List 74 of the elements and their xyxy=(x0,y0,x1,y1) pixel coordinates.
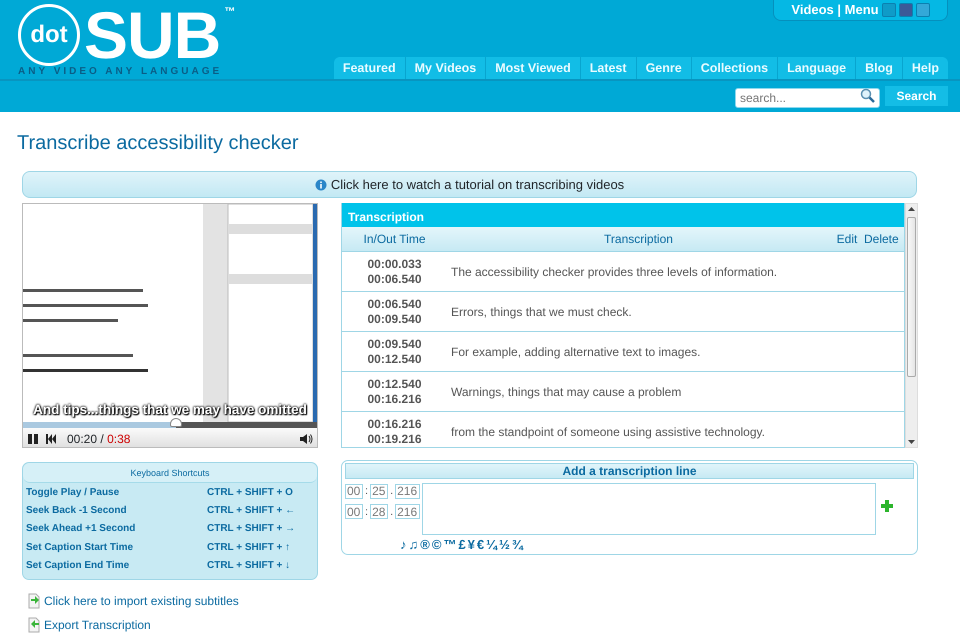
symbol-button[interactable]: ¥ xyxy=(466,535,476,554)
transcript-text: For example, adding alternative text to images. xyxy=(450,344,700,360)
symbol-button[interactable]: € xyxy=(476,535,486,554)
shortcut-action: Seek Ahead +1 Second xyxy=(26,522,136,536)
symbol-button[interactable]: £ xyxy=(457,535,467,554)
time-separator: . xyxy=(389,504,394,520)
column-header: Transcription xyxy=(603,231,674,248)
document-arrow-icon xyxy=(27,592,41,609)
symbol-button[interactable]: ♪ xyxy=(399,535,408,554)
time-in: 00:12.540 xyxy=(366,376,423,392)
time-separator: : xyxy=(364,484,370,499)
panel-title: Add a transcription line xyxy=(345,463,914,479)
logo-tagline: ANY VIDEO ANY LANGUAGE xyxy=(18,65,224,79)
symbol-button[interactable]: ® xyxy=(419,535,431,554)
time-out: 00:16.216 xyxy=(366,392,423,406)
time-out: 00:19.216 xyxy=(366,432,423,446)
volume-icon[interactable] xyxy=(299,432,313,444)
start-seconds-field[interactable]: 25 xyxy=(370,484,388,499)
skip-back-icon[interactable] xyxy=(45,432,57,444)
end-seconds-field[interactable]: 28 xyxy=(370,504,388,520)
shortcuts-title: Keyboard Shortcuts xyxy=(23,463,317,483)
elapsed-time: 00:20 xyxy=(67,432,98,446)
time-in: 00:16.216 xyxy=(366,416,423,432)
shortcut-keys: CTRL + SHIFT + O xyxy=(207,484,307,500)
shortcut-keys: CTRL + SHIFT + ↑ xyxy=(207,540,307,555)
duration-time: 0:38 xyxy=(107,432,130,446)
column-header: Edit xyxy=(836,231,858,248)
symbol-button[interactable]: ½ xyxy=(498,535,511,554)
trademark-mark: ™ xyxy=(224,5,236,20)
page-title: Transcribe accessibility checker xyxy=(17,131,300,156)
time-in: 00:00.033 xyxy=(366,256,423,272)
time-in: 00:09.540 xyxy=(366,336,423,352)
transcript-text: Errors, things that we must check. xyxy=(450,304,632,320)
transcript-text: Warnings, things that may cause a problem xyxy=(450,384,682,400)
transcript-text: from the standpoint of someone using assistive technology. xyxy=(450,424,765,440)
end-milliseconds-field[interactable]: 216 xyxy=(395,504,420,520)
column-header: In/Out Time xyxy=(362,231,427,248)
column-header: Delete xyxy=(864,231,900,248)
time-out: 00:06.540 xyxy=(366,272,423,286)
scrollbar[interactable] xyxy=(905,203,918,448)
search-field[interactable]: search... xyxy=(735,88,880,108)
search-icon[interactable] xyxy=(860,88,876,104)
symbol-button[interactable]: © xyxy=(430,535,442,554)
shortcut-keys: CTRL + SHIFT + → xyxy=(207,521,307,536)
export-link[interactable]: Export Transcription xyxy=(44,616,151,634)
shortcut-action: Set Caption End Time xyxy=(26,559,130,574)
time-separator: : xyxy=(364,504,370,520)
add-icon[interactable] xyxy=(880,499,894,513)
document-arrow-icon xyxy=(27,616,41,633)
time-in: 00:06.540 xyxy=(366,296,423,312)
symbol-button[interactable]: ™ xyxy=(442,535,458,554)
shortcut-action: Seek Back -1 Second xyxy=(26,504,127,518)
logo-circle: dot xyxy=(18,4,80,66)
shortcut-keys: CTRL + SHIFT + ↓ xyxy=(207,558,307,574)
shortcut-action: Set Caption Start Time xyxy=(26,540,134,555)
start-minutes-field[interactable]: 00 xyxy=(345,484,363,499)
start-milliseconds-field[interactable]: 216 xyxy=(395,484,420,499)
time-out: 00:09.540 xyxy=(366,312,423,326)
shortcut-action: Toggle Play / Pause xyxy=(26,486,120,500)
import-link[interactable]: Click here to import existing subtitles xyxy=(44,592,239,610)
logo-wordmark: SUB xyxy=(84,5,220,65)
info-icon xyxy=(314,178,327,190)
time-separator: / xyxy=(100,432,104,446)
time-separator: . xyxy=(389,484,394,499)
transcript-text: The accessibility checker provides three levels of information. xyxy=(450,264,778,280)
pause-icon[interactable] xyxy=(27,432,39,444)
video-caption: And tips...things that we may have omitted xyxy=(32,401,308,420)
time-out: 00:12.540 xyxy=(366,352,423,366)
end-minutes-field[interactable]: 00 xyxy=(345,504,363,520)
symbol-button[interactable]: ¾ xyxy=(510,535,524,554)
symbol-button[interactable]: ♫ xyxy=(408,535,420,554)
table-title: Transcription xyxy=(342,203,904,227)
symbol-button[interactable]: ¼ xyxy=(485,535,498,554)
shortcut-keys: CTRL + SHIFT + ← xyxy=(207,503,307,518)
